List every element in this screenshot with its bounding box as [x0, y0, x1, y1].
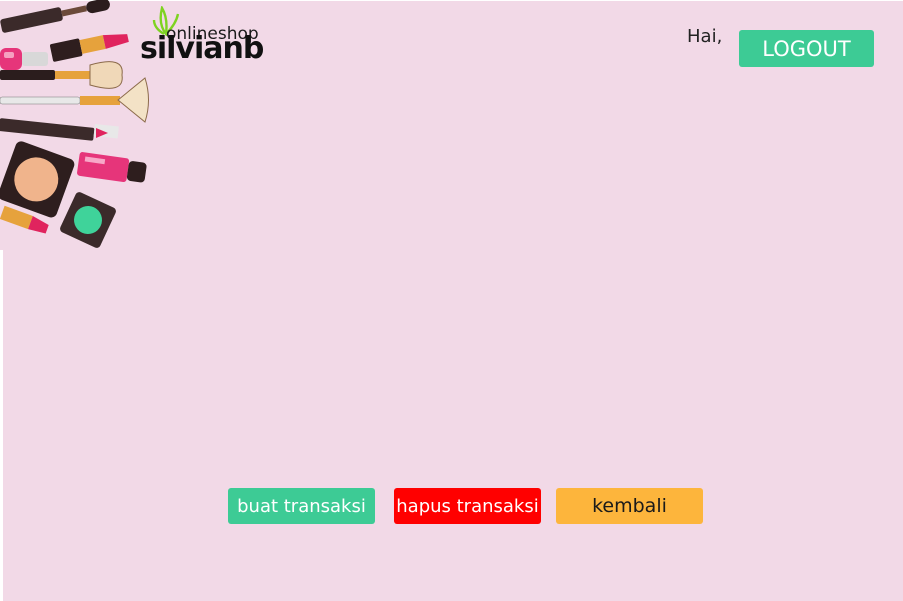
create-transaction-button[interactable]: buat transaksi	[228, 488, 375, 524]
cosmetics-illustration-icon	[0, 0, 149, 248]
greeting-text: Hai,	[687, 26, 723, 47]
logo[interactable]: onlineshop silvianb	[138, 6, 283, 68]
logo-brand: silvianb	[140, 31, 264, 66]
page: onlineshop silvianb Hai, LOGOUT buat tra…	[0, 0, 903, 601]
delete-transaction-button[interactable]: hapus transaksi	[394, 488, 541, 524]
back-button[interactable]: kembali	[556, 488, 703, 524]
left-border	[0, 250, 3, 601]
logout-button[interactable]: LOGOUT	[739, 30, 874, 67]
